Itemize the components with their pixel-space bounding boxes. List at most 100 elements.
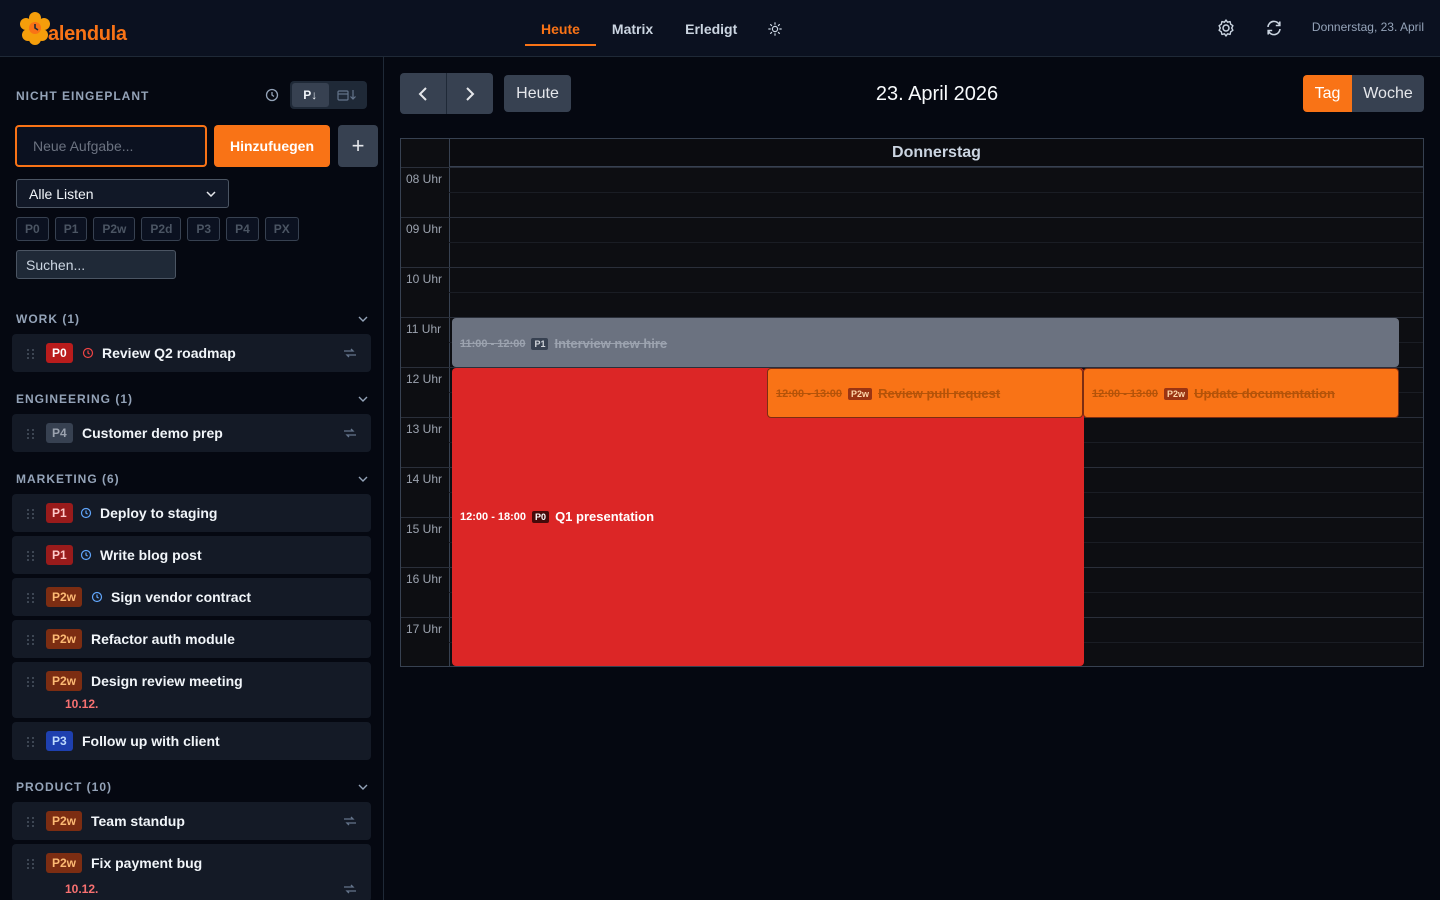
- chevron-left-icon: [418, 86, 427, 101]
- tab-heute[interactable]: Heute: [525, 0, 596, 57]
- task-title: Refactor auth module: [91, 631, 235, 647]
- drag-handle-icon[interactable]: [26, 858, 36, 870]
- priority-filter-p4[interactable]: P4: [226, 217, 259, 241]
- drag-handle-icon[interactable]: [26, 428, 36, 440]
- drag-handle-icon[interactable]: [26, 348, 36, 360]
- calendar-event[interactable]: 12:00 - 13:00 P2w Update documentation: [1083, 368, 1399, 418]
- theme-toggle-button[interactable]: [761, 0, 789, 57]
- sidebar-title: NICHT EINGEPLANT: [16, 89, 150, 103]
- priority-filter-p3[interactable]: P3: [187, 217, 221, 241]
- event-title: Q1 presentation: [555, 509, 655, 524]
- event-title: Interview new hire: [554, 336, 668, 351]
- drag-handle-icon[interactable]: [26, 736, 36, 748]
- task-title: Design review meeting: [91, 673, 243, 689]
- clock-icon: [80, 507, 92, 519]
- event-summary: 12:00 - 13:00 P2w Review pull request: [776, 386, 1000, 401]
- sync-icon[interactable]: [1264, 18, 1284, 38]
- task-item[interactable]: P4 Customer demo prep: [12, 414, 371, 452]
- hour-label: 15 Uhr: [406, 522, 443, 536]
- hour-line: [401, 267, 1423, 268]
- priority-filter-p2w[interactable]: P2w: [93, 217, 136, 241]
- task-item[interactable]: P3 Follow up with client: [12, 722, 371, 760]
- priority-badge: P2w: [46, 671, 83, 691]
- today-button[interactable]: Heute: [504, 75, 571, 112]
- pin-icon[interactable]: [343, 815, 357, 827]
- due-date: 10.12.: [65, 697, 99, 711]
- hour-label: 17 Uhr: [406, 622, 443, 636]
- app-logo[interactable]: alendula: [18, 8, 127, 50]
- priority-badge: P2w: [46, 853, 83, 873]
- new-task-input[interactable]: [15, 125, 207, 167]
- priority-badge: P0: [46, 343, 73, 363]
- group-name: WORK (1): [16, 312, 80, 326]
- group-name: PRODUCT (10): [16, 780, 113, 794]
- previous-day-button[interactable]: [400, 73, 446, 114]
- task-item[interactable]: P2w Fix payment bug 10.12.: [12, 844, 371, 900]
- hour-label: 11 Uhr: [406, 322, 442, 336]
- drag-handle-icon[interactable]: [26, 550, 36, 562]
- task-item[interactable]: P2w Refactor auth module: [12, 620, 371, 658]
- sort-date-button[interactable]: [329, 83, 366, 107]
- calendula-flower-icon: [18, 10, 52, 48]
- add-task-button[interactable]: Hinzufuegen: [214, 125, 330, 167]
- group-header-marketing[interactable]: MARKETING (6): [16, 471, 368, 487]
- task-item[interactable]: P0 Review Q2 roadmap: [12, 334, 371, 372]
- sort-by-time-clock-icon[interactable]: [264, 87, 280, 103]
- task-item[interactable]: P2w Design review meeting 10.12.: [12, 662, 371, 718]
- tab-erledigt[interactable]: Erledigt: [669, 0, 753, 57]
- task-title: Write blog post: [100, 547, 202, 563]
- drag-handle-icon[interactable]: [26, 508, 36, 520]
- task-item[interactable]: P1 Deploy to staging: [12, 494, 371, 532]
- calendar-event[interactable]: 12:00 - 13:00 P2w Review pull request: [767, 368, 1083, 418]
- next-day-button[interactable]: [446, 73, 493, 114]
- half-hour-line: [449, 192, 1423, 193]
- tab-matrix[interactable]: Matrix: [596, 0, 669, 57]
- settings-gear-icon[interactable]: [1216, 18, 1236, 38]
- sort-priority-button[interactable]: P↓: [292, 83, 329, 107]
- current-date: Donnerstag, 23. April: [1311, 20, 1424, 34]
- drag-handle-icon[interactable]: [26, 634, 36, 646]
- add-detailed-task-button[interactable]: +: [338, 125, 378, 167]
- clock-icon: [80, 549, 92, 561]
- search-input[interactable]: [16, 250, 176, 279]
- due-date: 10.12.: [65, 882, 99, 896]
- hour-label: 14 Uhr: [406, 472, 443, 486]
- event-summary: 12:00 - 13:00 P2w Update documentation: [1092, 386, 1335, 401]
- calendar-title: 23. April 2026: [875, 83, 999, 105]
- drag-handle-icon[interactable]: [26, 592, 36, 604]
- pin-icon[interactable]: [343, 883, 357, 895]
- calendar-event[interactable]: 11:00 - 12:00 P1 Interview new hire: [452, 318, 1399, 367]
- priority-filter-p2d[interactable]: P2d: [141, 217, 182, 241]
- group-header-product[interactable]: PRODUCT (10): [16, 779, 368, 795]
- priority-filter-row: P0 P1 P2w P2d P3 P4 PX: [16, 217, 299, 241]
- view-day-button[interactable]: Tag: [1303, 75, 1352, 112]
- event-summary: 12:00 - 18:00 P0 Q1 presentation: [460, 509, 654, 524]
- event-priority-badge: P0: [532, 510, 550, 523]
- hour-label: 10 Uhr: [406, 272, 443, 286]
- task-item[interactable]: P2w Sign vendor contract: [12, 578, 371, 616]
- view-week-button[interactable]: Woche: [1352, 75, 1424, 112]
- task-item[interactable]: P2w Team standup: [12, 802, 371, 840]
- app-name: alendula: [48, 22, 127, 45]
- drag-handle-icon[interactable]: [26, 816, 36, 828]
- task-title: Sign vendor contract: [111, 589, 252, 605]
- half-hour-line: [449, 242, 1423, 243]
- list-filter-select[interactable]: Alle Listen: [16, 179, 229, 208]
- group-header-engineering[interactable]: ENGINEERING (1): [16, 391, 368, 407]
- chevron-right-icon: [466, 86, 475, 101]
- priority-filter-p0[interactable]: P0: [16, 217, 49, 241]
- task-item[interactable]: P1 Write blog post: [12, 536, 371, 574]
- chevron-down-icon: [358, 396, 368, 402]
- drag-handle-icon[interactable]: [26, 676, 36, 688]
- priority-filter-p1[interactable]: P1: [54, 217, 88, 241]
- group-header-work[interactable]: WORK (1): [16, 311, 368, 327]
- event-time: 12:00 - 13:00: [1092, 387, 1159, 400]
- day-calendar-grid: Donnerstag 08 Uhr 09 Uhr 10 Uhr 11 Uhr 12 Uh…: [400, 138, 1424, 667]
- priority-filter-px[interactable]: PX: [264, 217, 299, 241]
- event-time: 12:00 - 13:00: [776, 387, 843, 400]
- pin-icon[interactable]: [343, 347, 357, 359]
- pin-icon[interactable]: [343, 427, 357, 439]
- sort-toggle: P↓: [290, 81, 367, 109]
- task-title: Team standup: [91, 813, 185, 829]
- hour-label: 12 Uhr: [406, 372, 443, 386]
